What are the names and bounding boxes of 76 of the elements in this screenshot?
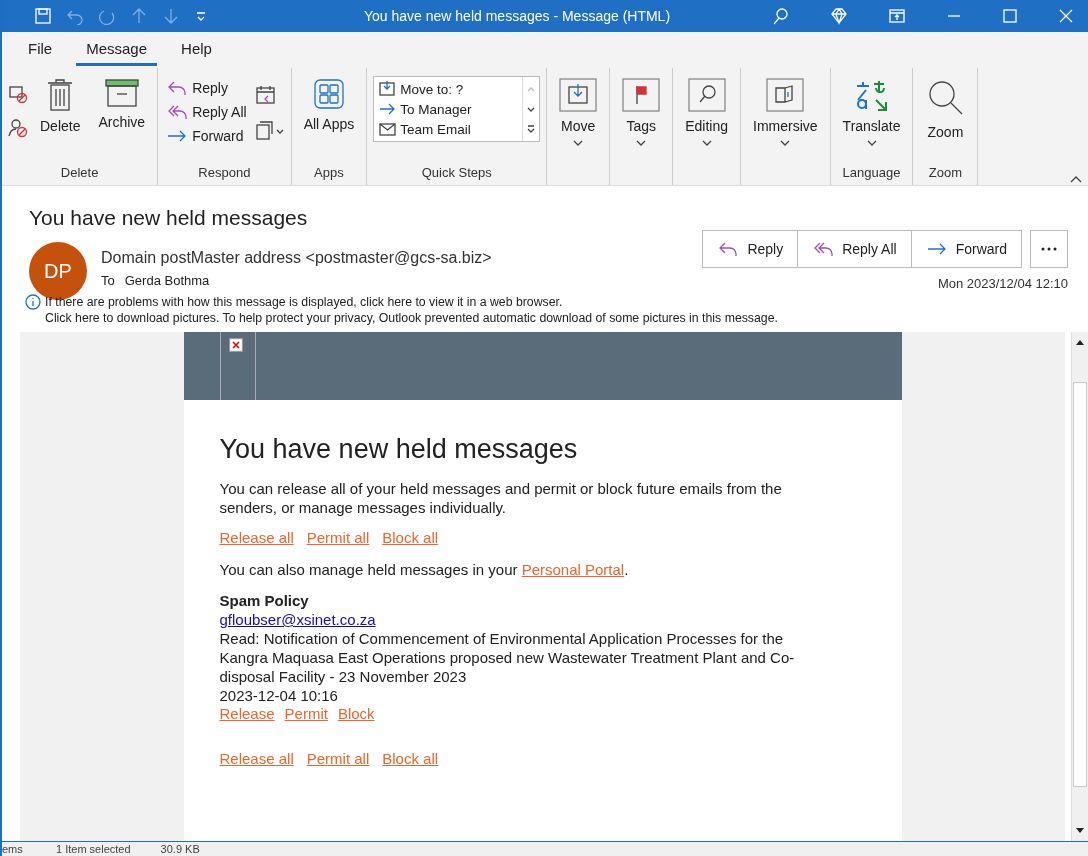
diamond-icon[interactable] [830, 7, 848, 25]
ribbon-button[interactable]: Editing [679, 72, 735, 152]
caret-icon [636, 140, 647, 146]
more-respond-icon[interactable] [254, 120, 285, 142]
ribbon-button[interactable]: Forward [164, 126, 249, 146]
info-text[interactable]: Click here to download pictures. To help protect your privacy, Outlook prevented automatic download of some pictures in this message. [45, 310, 778, 326]
scroll-up-icon[interactable] [1075, 338, 1085, 346]
group-label: Apps [314, 165, 344, 180]
received-date: Mon 2023/12/04 12:10 [937, 276, 1068, 291]
ribbon-button[interactable]: Reply [164, 78, 249, 98]
section-title: Spam Policy [219, 591, 310, 610]
ribbon-button[interactable]: Reply All [164, 102, 249, 122]
customize-icon[interactable] [194, 9, 208, 23]
ribbon-button[interactable]: Move [553, 72, 604, 152]
move-to-icon [378, 80, 397, 98]
restore-window-icon[interactable] [888, 7, 906, 25]
group-label: Quick Steps [421, 165, 492, 180]
search-icon[interactable] [772, 7, 790, 25]
reply-all-icon [812, 240, 835, 258]
ribbon-button[interactable]: Immersive [747, 72, 824, 152]
archive-icon [103, 78, 140, 108]
reply-icon [166, 79, 189, 97]
ribbon-button[interactable]: Zoom [919, 72, 972, 146]
caret-icon [573, 140, 584, 146]
close-icon[interactable] [1058, 8, 1074, 24]
broken-image-icon [228, 338, 243, 352]
status-text: 1 Item selected [56, 842, 131, 856]
maximize-icon[interactable] [1002, 8, 1018, 24]
status-text: ems [2, 842, 24, 856]
quick-step-item[interactable]: To Manager [378, 99, 519, 119]
trash-icon [46, 78, 75, 112]
group-label: Delete [60, 165, 99, 180]
ignore-icon[interactable] [8, 84, 28, 104]
email-heading: You have new held messages [219, 434, 579, 465]
search-icon [687, 78, 726, 112]
ribbon-button[interactable]: Translate [836, 72, 907, 152]
scroll-down-icon[interactable] [1075, 827, 1085, 835]
window-title: You have new held messages - Message (HTML) [364, 8, 672, 24]
recipient-name: Gerda Bothma [124, 273, 210, 288]
collapse-ribbon-icon[interactable] [1070, 175, 1082, 183]
caret-icon [866, 140, 877, 146]
person-block-icon[interactable] [8, 118, 28, 138]
sender-name: Domain postMaster address <postmaster@gcs-sa.biz> [101, 249, 493, 267]
reply-all-icon [166, 103, 189, 121]
ribbon-button[interactable]: Archive [92, 72, 152, 136]
ribbon-button[interactable]: All Apps [297, 72, 361, 138]
flag-icon [622, 78, 661, 112]
portal-text: You can also manage held messages in your Personal Portal. [219, 560, 630, 579]
quick-step-item[interactable]: Move to: ? [378, 79, 519, 99]
envelope-icon [378, 120, 397, 138]
menu-tab[interactable]: Help [171, 34, 222, 66]
quick-step-item[interactable]: Team Email [378, 119, 519, 139]
info-icon [25, 294, 41, 310]
group-label: Zoom [928, 165, 963, 180]
held-message-time: 2023-12-04 10:16 [219, 686, 339, 705]
calendar-reply-icon[interactable] [254, 84, 277, 106]
scroll-thumb[interactable] [1073, 382, 1087, 787]
more-icon [1041, 247, 1057, 251]
save-icon[interactable] [34, 7, 52, 25]
intro-text: You can release all of your held messages and permit or block future emails from the senders, or manage messages individually. [219, 479, 783, 517]
apps-grid-icon [312, 78, 345, 110]
caret-icon [780, 140, 791, 146]
caret-icon [701, 140, 712, 146]
ribbon-button[interactable]: Delete [34, 72, 87, 140]
move-folder-icon [559, 78, 598, 112]
reply-icon [717, 240, 740, 258]
immersive-reader-icon [766, 78, 805, 112]
status-text: 30.9 KB [160, 842, 200, 856]
menu-tab[interactable]: File [18, 34, 63, 66]
message-subject: You have new held messages [29, 206, 309, 230]
held-message-subject: Read: Notification of Commencement of Environmental Application Processes for the Kangra Maquasa East Operations proposed new Wastewater Treatment Plant and Co-disposal Facility - 23 November 2023 [219, 629, 796, 686]
group-label: Respond [198, 165, 251, 180]
ribbon-button[interactable]: Tags [616, 72, 667, 152]
to-label: To [101, 273, 115, 288]
sender-email-link[interactable]: gfloubser@xsinet.co.za [219, 610, 832, 629]
group-label: Language [842, 165, 901, 180]
